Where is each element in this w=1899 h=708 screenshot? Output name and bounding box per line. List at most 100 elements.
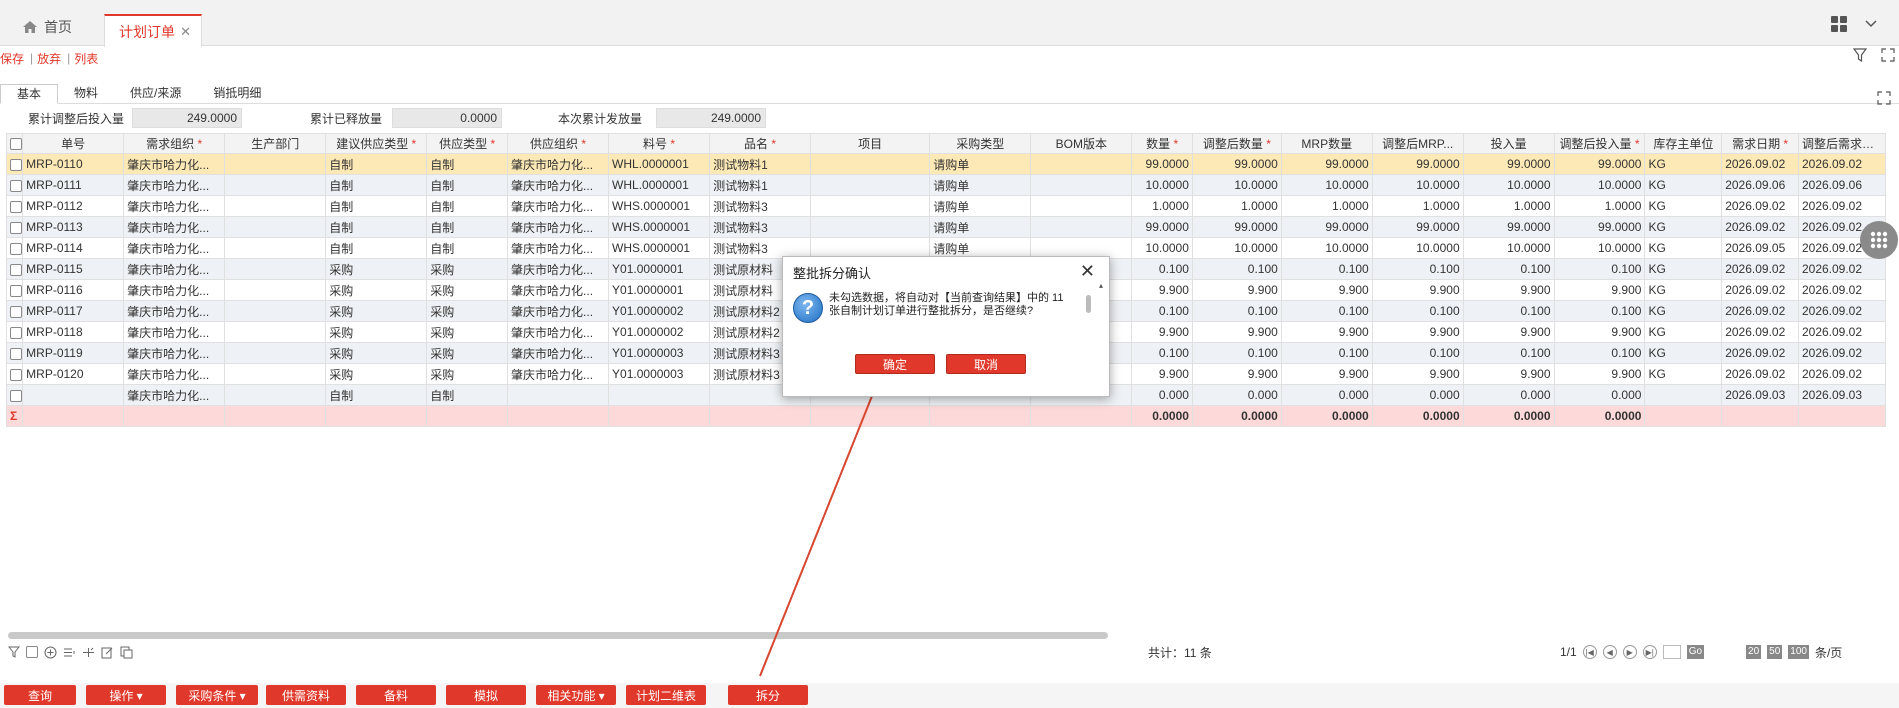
table-cell[interactable]: 9.900 (1553, 279, 1646, 301)
table-cell[interactable]: KG (1644, 321, 1723, 343)
material-prep-button[interactable]: 备料 (356, 685, 436, 705)
table-cell[interactable]: 请购单 (929, 195, 1032, 217)
row-checkbox[interactable] (5, 153, 24, 175)
filter-icon[interactable] (1853, 48, 1867, 62)
table-cell[interactable]: 自制 (426, 216, 509, 238)
table-cell[interactable] (224, 384, 327, 406)
table-cell[interactable]: 9.900 (1191, 363, 1282, 385)
table-cell[interactable]: KG (1644, 279, 1723, 301)
simulate-button[interactable]: 模拟 (446, 685, 526, 705)
table-cell[interactable]: 1.0000 (1131, 195, 1193, 217)
table-cell[interactable]: 99.0000 (1280, 216, 1373, 238)
column-header[interactable]: 供应组织 * (507, 133, 610, 154)
table-cell[interactable]: 肇庆市哈力化... (123, 237, 226, 259)
table-cell[interactable]: 肇庆市哈力化... (507, 237, 610, 259)
table-cell[interactable]: 0.000 (1371, 384, 1464, 406)
table-cell[interactable]: 1.0000 (1553, 195, 1646, 217)
table-cell[interactable]: 10.0000 (1553, 237, 1646, 259)
table-cell[interactable] (224, 258, 327, 280)
table-cell[interactable] (1030, 174, 1133, 196)
select-all-checkbox[interactable] (5, 133, 24, 154)
table-cell[interactable]: 9.900 (1462, 279, 1555, 301)
table-cell[interactable]: 10.0000 (1371, 174, 1464, 196)
table-cell[interactable]: 9.900 (1131, 363, 1193, 385)
table-row[interactable]: MRP-0111 肇庆市哈力化... 自制 自制 肇庆市哈力化... WHL.000000… (5, 174, 1887, 196)
table-cell[interactable]: 自制 (325, 237, 428, 259)
table-cell[interactable]: 0.100 (1462, 342, 1555, 364)
table-cell[interactable]: 肇庆市哈力化... (123, 363, 226, 385)
table-cell[interactable]: 99.0000 (1371, 216, 1464, 238)
table-cell[interactable]: 采购 (426, 300, 509, 322)
table-cell[interactable]: 2026.09.02 (1797, 300, 1887, 322)
table-cell[interactable]: 请购单 (929, 153, 1032, 175)
table-cell[interactable]: 9.900 (1191, 321, 1282, 343)
table-cell[interactable] (1030, 216, 1133, 238)
filter-icon[interactable] (8, 646, 20, 658)
go-button[interactable]: Go (1686, 645, 1705, 659)
last-page-button[interactable]: ▶| (1642, 645, 1657, 659)
table-cell[interactable]: Y01.0000001 (608, 279, 711, 301)
table-cell[interactable]: KG (1644, 363, 1723, 385)
table-cell[interactable]: Y01.0000002 (608, 321, 711, 343)
table-cell[interactable] (1030, 153, 1133, 175)
table-cell[interactable]: 99.0000 (1462, 216, 1555, 238)
subtab-basic[interactable]: 基本 (0, 84, 59, 104)
table-cell[interactable]: 2026.09.03 (1721, 384, 1799, 406)
expand-icon[interactable] (1877, 91, 1891, 105)
table-cell[interactable]: 2026.09.02 (1721, 279, 1799, 301)
table-cell[interactable]: 2026.09.02 (1721, 321, 1799, 343)
scroll-up-icon[interactable]: ▴ (1099, 281, 1103, 290)
table-cell[interactable]: 测试物料3 (709, 195, 812, 217)
next-page-button[interactable]: ▶ (1622, 645, 1637, 659)
purchase-condition-button[interactable]: 采购条件 ▾ (176, 685, 258, 705)
table-cell[interactable]: MRP-0117 (22, 300, 125, 322)
table-cell[interactable]: 1.0000 (1462, 195, 1555, 217)
page-size-20[interactable]: 20 (1746, 645, 1762, 659)
table-cell[interactable] (224, 342, 327, 364)
table-cell[interactable]: 肇庆市哈力化... (507, 279, 610, 301)
column-header[interactable]: 数量 * (1131, 133, 1193, 154)
table-cell[interactable]: Y01.0000003 (608, 363, 711, 385)
table-cell[interactable]: 0.100 (1191, 342, 1282, 364)
table-cell[interactable] (224, 321, 327, 343)
table-row[interactable]: MRP-0112 肇庆市哈力化... 自制 自制 肇庆市哈力化... WHS.000000… (5, 195, 1887, 217)
table-cell[interactable]: 2026.09.02 (1797, 342, 1887, 364)
column-header[interactable]: 投入量 (1462, 133, 1555, 154)
table-cell[interactable]: 9.900 (1280, 321, 1373, 343)
table-cell[interactable]: 肇庆市哈力化... (123, 279, 226, 301)
page-number-input[interactable] (1662, 645, 1681, 659)
table-cell[interactable]: 9.900 (1280, 279, 1373, 301)
table-cell[interactable]: MRP-0112 (22, 195, 125, 217)
table-cell[interactable]: 10.0000 (1462, 237, 1555, 259)
subtab-supply-source[interactable]: 供应/来源 (114, 84, 197, 104)
table-cell[interactable]: 自制 (426, 384, 509, 406)
table-cell[interactable]: 99.0000 (1191, 216, 1282, 238)
table-cell[interactable] (224, 174, 327, 196)
table-cell[interactable]: WHS.0000001 (608, 237, 711, 259)
table-cell[interactable]: 自制 (325, 216, 428, 238)
table-cell[interactable]: 2026.09.02 (1797, 258, 1887, 280)
table-cell[interactable]: 采购 (325, 342, 428, 364)
subtab-offset-detail[interactable]: 销抵明细 (197, 84, 277, 104)
table-cell[interactable]: MRP-0110 (22, 153, 125, 175)
table-cell[interactable]: 99.0000 (1131, 153, 1193, 175)
horizontal-scrollbar[interactable] (8, 632, 1108, 639)
table-cell[interactable]: 99.0000 (1131, 216, 1193, 238)
table-cell[interactable]: 0.100 (1191, 258, 1282, 280)
tab-plan-order[interactable]: 计划订单 ✕ (104, 14, 202, 47)
table-cell[interactable]: 自制 (325, 195, 428, 217)
table-cell[interactable]: 9.900 (1131, 279, 1193, 301)
table-cell[interactable] (810, 153, 931, 175)
table-cell[interactable]: KG (1644, 300, 1723, 322)
table-cell[interactable]: 0.100 (1280, 342, 1373, 364)
table-cell[interactable] (224, 300, 327, 322)
table-cell[interactable]: 0.100 (1553, 258, 1646, 280)
fullscreen-icon[interactable] (1881, 48, 1895, 62)
supply-demand-button[interactable]: 供需资料 (266, 685, 346, 705)
column-header[interactable]: 生产部门 (224, 133, 327, 154)
table-cell[interactable] (810, 174, 931, 196)
row-checkbox[interactable] (5, 384, 24, 406)
column-header[interactable]: 需求日期 * (1721, 133, 1799, 154)
table-cell[interactable]: KG (1644, 237, 1723, 259)
table-cell[interactable]: 采购 (426, 342, 509, 364)
